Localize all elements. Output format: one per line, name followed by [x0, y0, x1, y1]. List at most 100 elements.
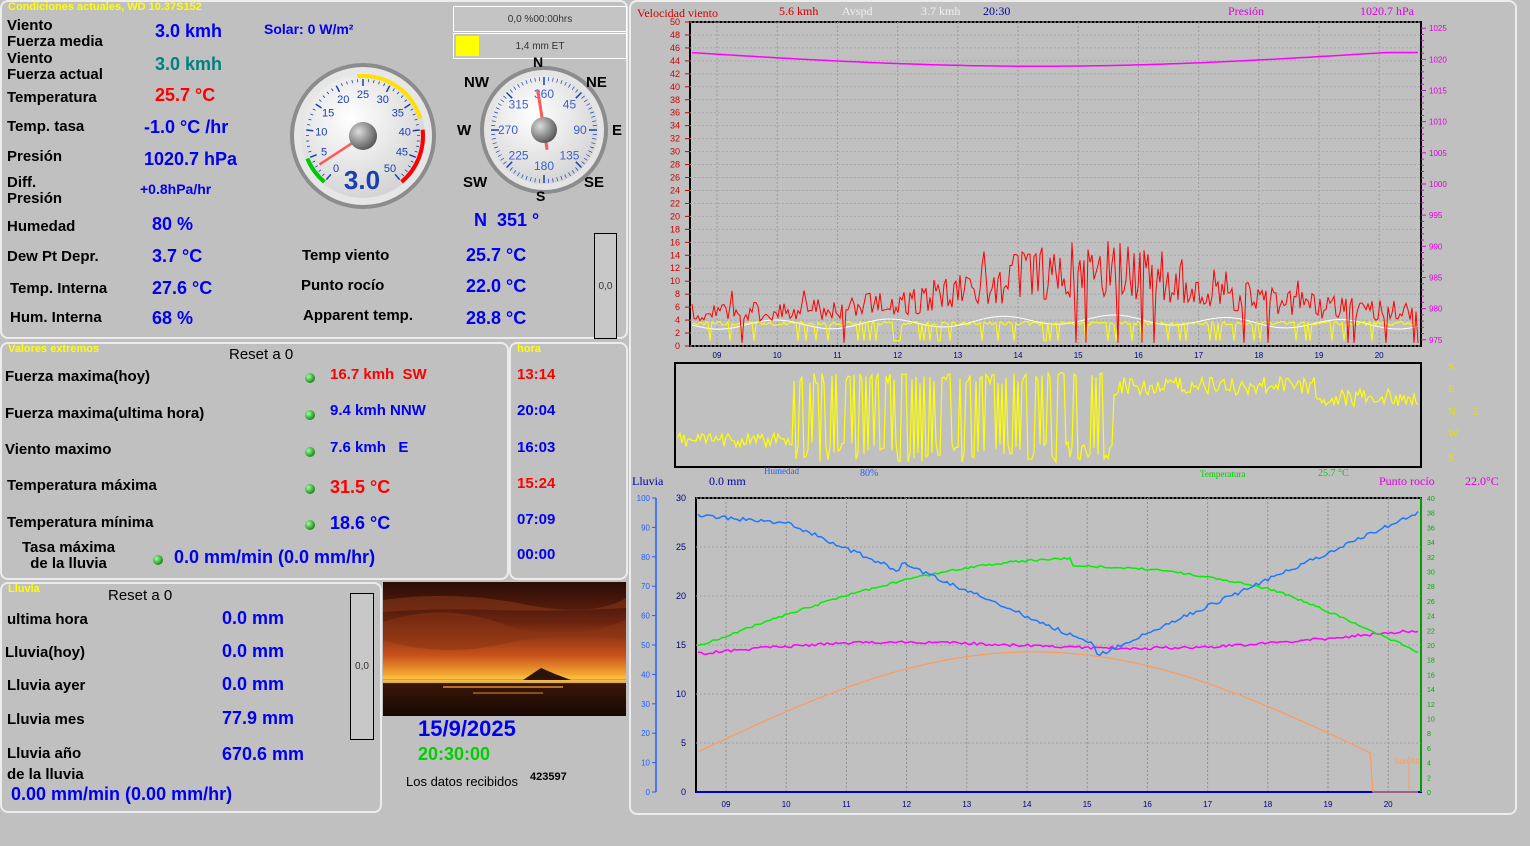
compass-label-n: N [533, 54, 544, 70]
wind-chart-x-label: 14 [1014, 351, 1023, 360]
wind-avg-label: Viento Fuerza media [7, 17, 103, 50]
compass-label-e: E [612, 122, 623, 139]
extreme-time: 20:04 [517, 402, 556, 419]
extreme-row-label: Temperatura mínima [7, 514, 154, 531]
wind-chart-speed: 5.6 kmh [779, 4, 819, 18]
temp-y-label: 0 [1427, 790, 1431, 797]
rain-rate-value: 0.00 mm/min (0.00 mm/hr) [11, 784, 233, 804]
speed-tick-label: 10 [315, 127, 327, 139]
extreme-row-value: 18.6 °C [330, 513, 391, 533]
current-conditions-title: Condiciones actuales, WD 10.37S152 [8, 1, 202, 13]
humidity-y-label: 10 [641, 759, 650, 768]
temp-y-label: 40 [1427, 496, 1435, 503]
et-hours-text: 0,0 %00:00hrs [507, 14, 573, 25]
temp-y-label: 16 [1427, 672, 1435, 679]
compass-tick-label: 270 [498, 123, 518, 137]
humidity-y-label: 100 [637, 494, 651, 503]
extreme-row-label: Temperatura máxima [7, 477, 157, 494]
temp-y-label: 6 [1427, 746, 1431, 753]
wind-chart-y-label: 50 [670, 18, 680, 27]
extreme-time: 15:24 [517, 475, 556, 492]
rain-bar: 0,0 [350, 593, 374, 740]
pressure-diff-label: Diff. Presión [7, 174, 63, 207]
wind-chart-y-label: 4 [675, 315, 680, 325]
et-hours-box: 0,0 %00:00hrs [453, 6, 627, 32]
temp-y-label: 24 [1427, 614, 1435, 621]
wind-cur-label: Viento Fuerza actual [7, 50, 103, 83]
rain-y-label: 5 [681, 738, 686, 748]
speed-tick-label: 25 [357, 89, 369, 101]
rain-reset-button[interactable]: Reset a 0 [108, 587, 172, 604]
temp-chart-rain-value: 0.0 mm [709, 474, 746, 488]
wind-chart-time: 20:30 [983, 4, 1011, 18]
wind-dir-label: N [1448, 406, 1456, 418]
humidity-y-label: 90 [641, 523, 650, 532]
rain-panel: Lluvia Reset a 0 ultima hora 0.0 mm Lluv… [0, 582, 382, 813]
status-received-label: Los datos recibidos [406, 774, 519, 789]
pressure-y-label: 1010 [1429, 118, 1447, 127]
wind-chart-y-label: 0 [675, 341, 680, 351]
temp-chart-hum-value: 80% [860, 468, 879, 479]
temp-chart-rain-label: Lluvia [632, 474, 664, 488]
temp-rate-label: Temp. tasa [7, 118, 85, 135]
wind-chart-y-label: 14 [670, 250, 680, 260]
et-text: 1,4 mm ET [515, 41, 565, 52]
temp-chart-x-label: 10 [782, 800, 791, 809]
rain-y-label: 15 [676, 640, 686, 650]
wind-chart-x-label: 17 [1194, 351, 1203, 360]
extreme-time: 16:03 [517, 439, 556, 456]
temp-chart-x-label: 18 [1263, 800, 1272, 809]
wind-chart-avspd-label: Avspd [842, 4, 873, 18]
wind-chart-y-label: 44 [670, 56, 680, 66]
wind-chart-y-label: 12 [670, 263, 680, 273]
pressure-y-label: 1005 [1429, 149, 1447, 158]
compass-tick-label: 225 [509, 148, 529, 162]
status-date: 15/9/2025 [418, 716, 516, 741]
wind-chart-x-label: 13 [953, 351, 962, 360]
wind-dir-label: S [1448, 361, 1455, 373]
dew-value: 22.0 °C [466, 276, 527, 296]
temp-humidity-chart: 0102030405060708090100 051015202530 0246… [637, 493, 1435, 809]
compass-label-w: W [457, 122, 472, 139]
extreme-status-dot [305, 520, 315, 530]
temp-chart-temp-value: 25.7 °C [1318, 468, 1349, 479]
wind-chart-y-label: 38 [670, 95, 680, 105]
wind-dir-label: S [1448, 452, 1455, 464]
wind-chart-y-label: 6 [675, 302, 680, 312]
temp-y-label: 26 [1427, 599, 1435, 606]
pressure-y-label: 1000 [1429, 180, 1447, 189]
pressure-y-label: 990 [1429, 242, 1443, 251]
wind-chart-y-label: 40 [670, 82, 680, 92]
speed-gauge-value: 3.0 [344, 165, 380, 195]
dewdepr-value: 3.7 °C [152, 246, 203, 266]
rain-y-label: 0 [681, 787, 686, 797]
extremes-reset-button[interactable]: Reset a 0 [229, 346, 293, 363]
temp-y-label: 2 [1427, 775, 1431, 782]
rain-yesterday-label: Lluvia ayer [7, 677, 86, 694]
speed-tick-label: 50 [384, 163, 396, 175]
wind-chart-x-label: 10 [773, 351, 782, 360]
current-conditions-panel: Condiciones actuales, WD 10.37S152 Vient… [0, 0, 628, 339]
pressure-y-label: 1020 [1429, 55, 1447, 64]
humidity-y-label: 60 [641, 612, 650, 621]
windchill-label: Temp viento [302, 247, 390, 264]
extreme-status-dot [305, 373, 315, 383]
compass-label-nw: NW [464, 74, 489, 91]
wind-chart-x-label: 18 [1254, 351, 1263, 360]
wind-cur-value: 3.0 kmh [155, 54, 223, 74]
compass-label-ne: NE [586, 74, 607, 91]
speed-tick [306, 129, 314, 132]
wind-chart-y-label: 48 [670, 30, 680, 40]
inhum-label: Hum. Interna [10, 309, 102, 326]
speed-tick-label: 35 [392, 108, 404, 120]
wind-chart-x-label: 12 [893, 351, 902, 360]
rain-today-value: 0.0 mm [222, 641, 285, 661]
humidity-y-label: 30 [641, 700, 650, 709]
solar-bar-value: 0,0 [598, 280, 613, 292]
temp-y-label: 38 [1427, 511, 1435, 518]
compass-tick-label: 315 [509, 98, 529, 112]
windchill-value: 25.7 °C [466, 245, 527, 265]
sun-corner-label: Sun Alt [1394, 757, 1420, 766]
temp-chart-x-label: 20 [1384, 800, 1393, 809]
wind-chart-y-label: 26 [670, 173, 680, 183]
